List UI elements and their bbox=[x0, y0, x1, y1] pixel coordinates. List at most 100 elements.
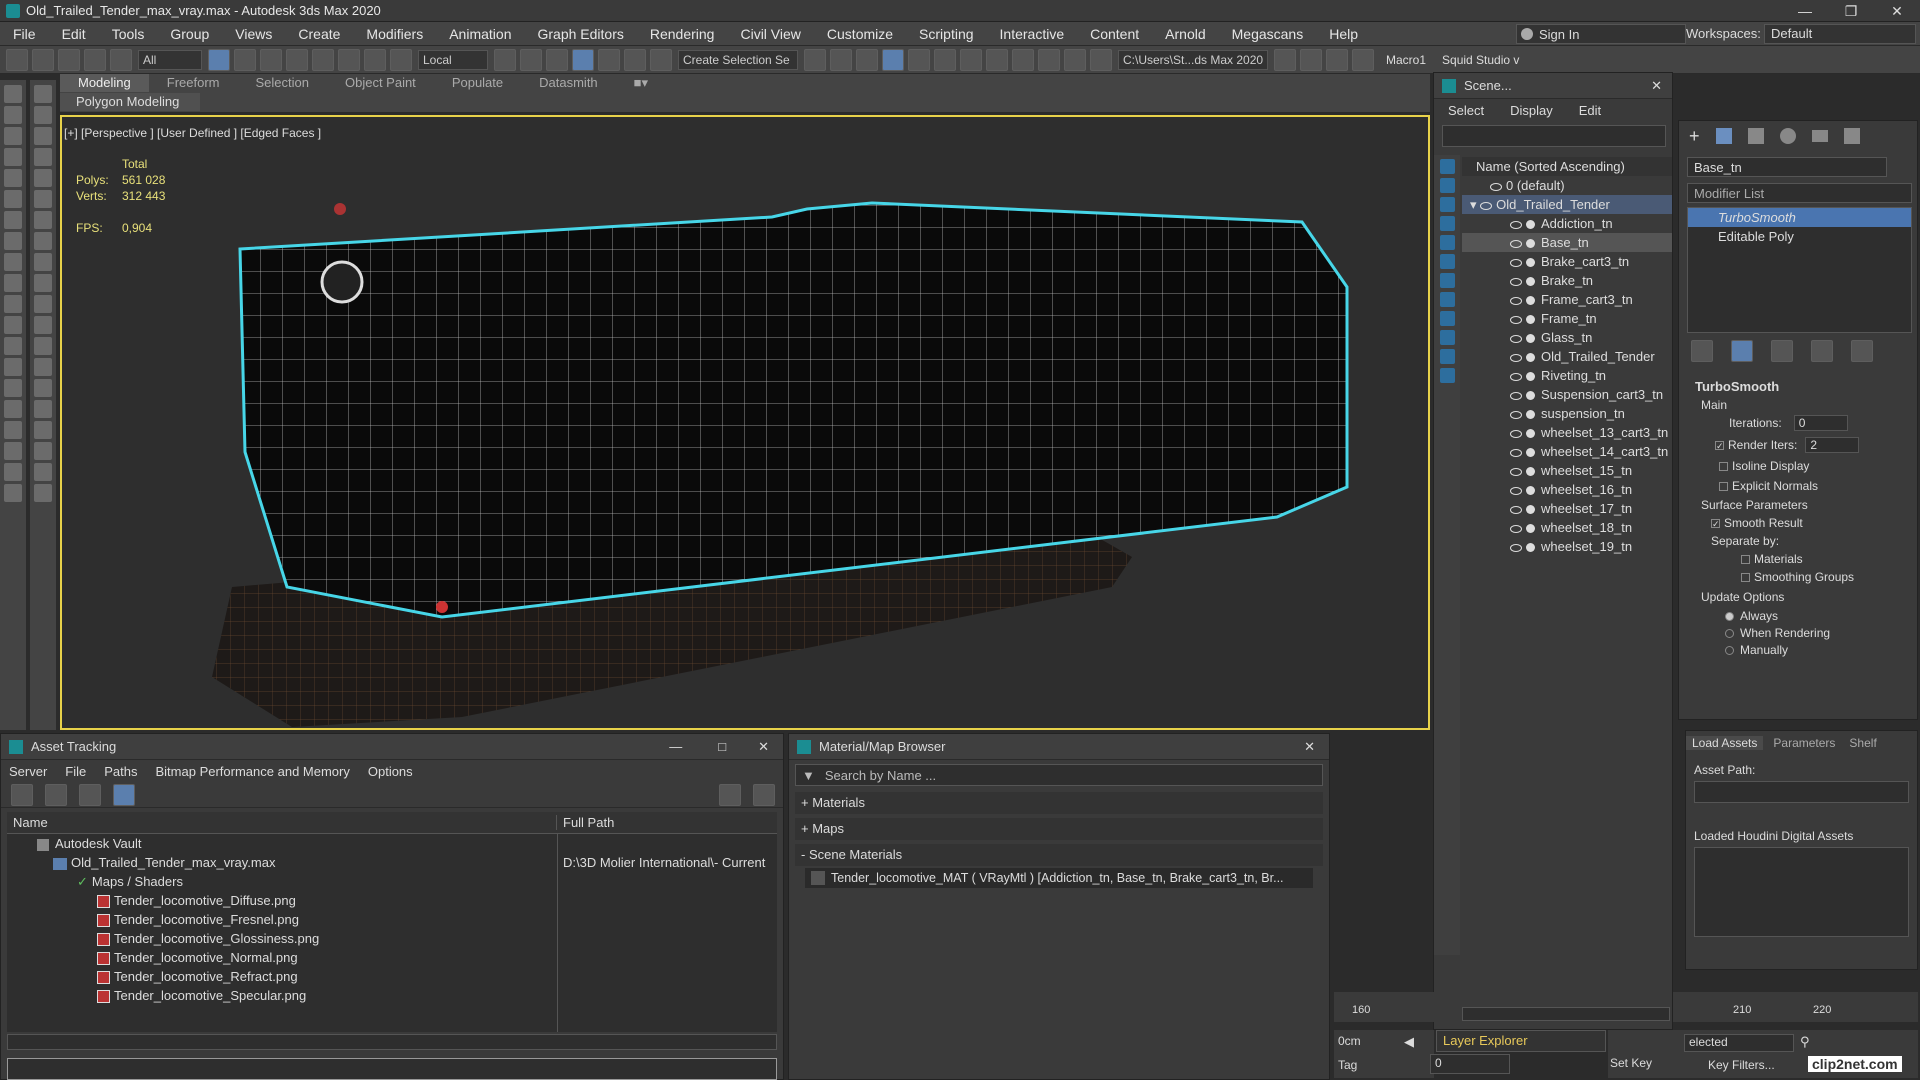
frame-spinner[interactable]: 0 bbox=[1430, 1054, 1510, 1074]
menu-group[interactable]: Group bbox=[157, 22, 222, 46]
menu-modifiers[interactable]: Modifiers bbox=[353, 22, 436, 46]
left-tool-icon[interactable] bbox=[4, 253, 22, 271]
display-hidden-icon[interactable] bbox=[1439, 368, 1455, 383]
angle-snap-icon[interactable] bbox=[572, 48, 594, 71]
bind-spacewarp-icon[interactable] bbox=[110, 48, 132, 71]
go-to-start-icon[interactable]: ◀ bbox=[1404, 1034, 1414, 1050]
trackbar-left[interactable]: 160 bbox=[1334, 992, 1434, 1022]
left-tool-icon[interactable] bbox=[4, 106, 22, 124]
update-manually-row[interactable]: Manually bbox=[1679, 642, 1917, 659]
schematic-view-icon[interactable] bbox=[960, 48, 982, 71]
toggle-scene-explorer-icon[interactable] bbox=[856, 48, 878, 71]
left-tool-icon[interactable] bbox=[4, 316, 22, 334]
set-key-button[interactable]: Set Key bbox=[1610, 1056, 1652, 1070]
window-crossing-icon[interactable] bbox=[286, 48, 308, 71]
visibility-icon[interactable] bbox=[1510, 524, 1522, 533]
scene-material-item[interactable]: Tender_locomotive_MAT ( VRayMtl ) [Addic… bbox=[805, 868, 1313, 888]
pivot-center-icon[interactable] bbox=[494, 48, 516, 71]
menu-content[interactable]: Content bbox=[1077, 22, 1152, 46]
when-rendering-radio[interactable] bbox=[1725, 629, 1734, 639]
left-tool-icon[interactable] bbox=[34, 127, 52, 145]
scene-item[interactable]: Frame_cart3_tn bbox=[1462, 290, 1672, 309]
scene-item[interactable]: Glass_tn bbox=[1462, 328, 1672, 347]
scene-item[interactable]: wheelset_14_cart3_tn bbox=[1462, 442, 1672, 461]
material-editor-icon[interactable] bbox=[986, 48, 1008, 71]
left-tool-icon[interactable] bbox=[4, 484, 22, 502]
sign-in-button[interactable]: Sign In bbox=[1516, 24, 1686, 44]
layer-explorer-dropdown[interactable]: Layer Explorer bbox=[1436, 1030, 1606, 1052]
menu-interactive[interactable]: Interactive bbox=[987, 22, 1078, 46]
toggle-layer-explorer-icon[interactable] bbox=[882, 48, 904, 71]
asset-close-icon[interactable]: ✕ bbox=[744, 739, 783, 755]
menu-animation[interactable]: Animation bbox=[436, 22, 524, 46]
configure-sets-icon[interactable] bbox=[1851, 340, 1873, 362]
maximize-button[interactable]: ❐ bbox=[1828, 0, 1874, 22]
menu-views[interactable]: Views bbox=[222, 22, 285, 46]
scene-menu-edit[interactable]: Edit bbox=[1579, 103, 1601, 118]
visibility-icon[interactable] bbox=[1510, 372, 1522, 381]
group-old-trailed-tender[interactable]: ▾ Old_Trailed_Tender bbox=[1462, 195, 1672, 214]
tab-shelf[interactable]: Shelf bbox=[1845, 736, 1880, 750]
menu-arnold[interactable]: Arnold bbox=[1152, 22, 1218, 46]
smoothing-groups-checkbox[interactable] bbox=[1741, 573, 1750, 583]
left-tool-icon[interactable] bbox=[34, 274, 52, 292]
material-search-input[interactable]: ▼ Search by Name ... bbox=[795, 764, 1323, 786]
left-tool-icon[interactable] bbox=[4, 400, 22, 418]
menu-help[interactable]: Help bbox=[1316, 22, 1371, 46]
scene-menu-select[interactable]: Select bbox=[1448, 103, 1484, 118]
left-tool-icon[interactable] bbox=[4, 274, 22, 292]
left-tool-icon[interactable] bbox=[4, 190, 22, 208]
pin-stack-icon[interactable] bbox=[1691, 340, 1713, 362]
tab-selection[interactable]: Selection bbox=[238, 74, 327, 92]
left-tool-icon[interactable] bbox=[34, 421, 52, 439]
scene-horizontal-scrollbar[interactable] bbox=[1462, 1007, 1670, 1021]
column-name[interactable]: Name bbox=[7, 815, 557, 830]
left-tool-icon[interactable] bbox=[34, 190, 52, 208]
scene-item[interactable]: Brake_tn bbox=[1462, 271, 1672, 290]
workspace-dropdown[interactable]: Default bbox=[1764, 24, 1916, 44]
save-file-icon[interactable] bbox=[1326, 48, 1348, 71]
link-icon[interactable] bbox=[58, 48, 80, 71]
project-folder-icon[interactable] bbox=[1274, 48, 1296, 71]
create-tab-icon[interactable]: + bbox=[1689, 126, 1700, 147]
table-row[interactable]: Tender_locomotive_Specular.png bbox=[7, 986, 777, 1005]
smooth-result-checkbox[interactable]: ✓ bbox=[1711, 519, 1720, 529]
isoline-display-row[interactable]: Isoline Display bbox=[1679, 456, 1917, 476]
asset-menu-bitmap[interactable]: Bitmap Performance and Memory bbox=[156, 764, 350, 779]
remove-modifier-icon[interactable] bbox=[1811, 340, 1833, 362]
tender-wireframe-model[interactable] bbox=[62, 117, 1428, 728]
display-bones-icon[interactable] bbox=[1439, 311, 1455, 326]
collapse-arrow-icon[interactable]: ▾ bbox=[1470, 197, 1480, 212]
left-tool-icon[interactable] bbox=[4, 442, 22, 460]
percent-snap-icon[interactable] bbox=[598, 48, 620, 71]
menu-rendering[interactable]: Rendering bbox=[637, 22, 728, 46]
left-tool-icon[interactable] bbox=[34, 106, 52, 124]
visibility-icon[interactable] bbox=[1510, 315, 1522, 324]
table-row[interactable]: Tender_locomotive_Refract.png bbox=[7, 967, 777, 986]
undo-icon[interactable] bbox=[6, 48, 28, 71]
render-active-icon[interactable] bbox=[1090, 48, 1112, 71]
scene-close-icon[interactable]: ✕ bbox=[1641, 78, 1672, 94]
selection-filter-dropdown[interactable]: All bbox=[138, 49, 202, 70]
refresh-icon[interactable] bbox=[11, 783, 33, 806]
table-row[interactable]: ✓ Maps / Shaders bbox=[7, 872, 777, 891]
section-maps[interactable]: + Maps bbox=[795, 818, 1323, 840]
left-tool-icon[interactable] bbox=[4, 295, 22, 313]
open-file-icon[interactable] bbox=[1300, 48, 1322, 71]
menu-graph-editors[interactable]: Graph Editors bbox=[524, 22, 636, 46]
layer-default[interactable]: 0 (default) bbox=[1462, 176, 1672, 195]
scene-item[interactable]: Riveting_tn bbox=[1462, 366, 1672, 385]
manipulate-icon[interactable] bbox=[520, 48, 542, 71]
scene-item[interactable]: Addiction_tn bbox=[1462, 214, 1672, 233]
placement-icon[interactable] bbox=[390, 48, 412, 71]
iterations-spinner[interactable]: 0 bbox=[1793, 415, 1848, 431]
loaded-assets-list[interactable] bbox=[1694, 847, 1909, 937]
render-icon[interactable] bbox=[1064, 48, 1086, 71]
left-tool-icon[interactable] bbox=[34, 85, 52, 103]
manually-radio[interactable] bbox=[1725, 646, 1734, 656]
macro-label[interactable]: Macro1 bbox=[1386, 53, 1426, 67]
settings-icon[interactable] bbox=[753, 783, 775, 806]
display-groups-icon[interactable] bbox=[1439, 273, 1455, 288]
material-close-icon[interactable]: ✕ bbox=[1290, 739, 1329, 755]
tab-freeform[interactable]: Freeform bbox=[149, 74, 238, 92]
